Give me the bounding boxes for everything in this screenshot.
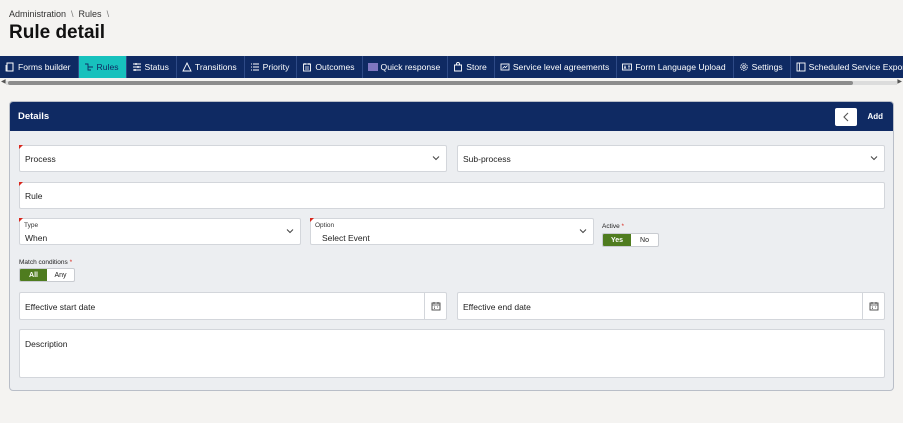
effective-end-date-field[interactable]: Effective end date bbox=[457, 292, 885, 320]
tab-forms-builder[interactable]: Forms builder bbox=[0, 56, 79, 78]
active-no-option[interactable]: No bbox=[631, 234, 658, 246]
tab-service-level-agreements[interactable]: Service level agreements bbox=[495, 56, 618, 78]
subprocess-label: Sub-process bbox=[463, 154, 511, 164]
outcomes-icon bbox=[303, 63, 312, 72]
tab-label: Service level agreements bbox=[512, 62, 610, 72]
start-date-picker-button[interactable] bbox=[424, 293, 446, 319]
sla-icon bbox=[500, 63, 510, 71]
tab-rules[interactable]: Rules bbox=[78, 56, 127, 78]
tab-label: Settings bbox=[751, 62, 783, 72]
tab-label: Rules bbox=[96, 62, 119, 72]
scroll-thumb[interactable] bbox=[8, 81, 853, 85]
priority-icon bbox=[250, 63, 259, 71]
tab-label: Scheduled Service Export bbox=[808, 62, 903, 72]
add-button[interactable]: Add bbox=[867, 112, 883, 121]
type-value: When bbox=[25, 233, 48, 243]
tab-label: Priority bbox=[262, 62, 290, 72]
calendar-icon bbox=[869, 302, 878, 311]
end-date-picker-button[interactable] bbox=[862, 293, 884, 319]
tab-transitions[interactable]: Transitions bbox=[177, 56, 245, 78]
required-asterisk: * bbox=[69, 259, 73, 266]
tab-label: Store bbox=[466, 62, 487, 72]
tab-scrollbar[interactable]: ◀ ▶ bbox=[0, 79, 903, 86]
description-label: Description bbox=[25, 339, 68, 349]
required-marker bbox=[310, 218, 314, 222]
description-field[interactable]: Description bbox=[19, 329, 885, 378]
rule-field[interactable]: Rule bbox=[19, 182, 885, 209]
option-label: Option bbox=[315, 222, 335, 229]
breadcrumb: Administration \ Rules \ bbox=[9, 9, 109, 19]
active-yes-option[interactable]: Yes bbox=[603, 234, 631, 246]
start-date-label: Effective start date bbox=[25, 302, 96, 312]
tab-label: Quick response bbox=[380, 62, 441, 72]
rule-label: Rule bbox=[25, 191, 43, 201]
tab-priority[interactable]: Priority bbox=[245, 56, 298, 78]
active-toggle: Yes No bbox=[602, 233, 659, 247]
tab-outcomes[interactable]: Outcomes bbox=[297, 56, 363, 78]
match-conditions-toggle: All Any bbox=[19, 268, 75, 282]
chevron-down-icon bbox=[432, 156, 440, 161]
back-button[interactable] bbox=[835, 107, 858, 126]
scroll-left-icon[interactable]: ◀ bbox=[1, 79, 6, 86]
status-icon bbox=[132, 63, 141, 71]
language-upload-icon bbox=[622, 63, 633, 71]
details-card: Details Add Process Sub-process Rule Typ… bbox=[9, 101, 894, 391]
tab-status[interactable]: Status bbox=[127, 56, 177, 78]
match-conditions-label: Match conditions * bbox=[19, 259, 72, 266]
gear-icon bbox=[739, 63, 748, 71]
tab-scheduled-service-export[interactable]: Scheduled Service Export bbox=[791, 56, 903, 78]
type-select[interactable]: Type When bbox=[19, 218, 301, 245]
option-value: Select Event bbox=[322, 233, 370, 243]
quick-response-icon bbox=[367, 63, 378, 71]
tab-label: Form Language Upload bbox=[635, 62, 726, 72]
tab-quick-response[interactable]: Quick response bbox=[363, 56, 449, 78]
breadcrumb-rules[interactable]: Rules bbox=[79, 9, 102, 19]
tab-settings[interactable]: Settings bbox=[734, 56, 791, 78]
chevron-down-icon bbox=[579, 229, 587, 234]
match-conditions-label-text: Match conditions bbox=[19, 259, 68, 266]
details-header: Details Add bbox=[10, 102, 893, 131]
active-label: Active * bbox=[602, 223, 624, 230]
chevron-down-icon bbox=[870, 156, 878, 161]
forms-icon bbox=[5, 62, 14, 72]
process-label: Process bbox=[25, 154, 56, 164]
calendar-icon bbox=[431, 302, 440, 311]
tab-store[interactable]: Store bbox=[448, 56, 495, 78]
export-icon bbox=[796, 62, 806, 72]
subprocess-select[interactable]: Sub-process bbox=[457, 145, 885, 172]
page-title: Rule detail bbox=[9, 22, 106, 43]
chevron-down-icon bbox=[286, 229, 294, 234]
tab-bar: Forms builder Rules Status Transitions P… bbox=[0, 56, 903, 78]
match-all-option[interactable]: All bbox=[20, 269, 47, 281]
store-icon bbox=[454, 62, 463, 72]
tab-label: Outcomes bbox=[315, 62, 355, 72]
end-date-label: Effective end date bbox=[463, 302, 531, 312]
required-marker bbox=[19, 218, 23, 222]
required-marker bbox=[19, 182, 23, 186]
chevron-left-icon bbox=[843, 112, 849, 121]
rules-icon bbox=[84, 63, 93, 71]
breadcrumb-separator: \ bbox=[106, 9, 110, 19]
transitions-icon bbox=[182, 62, 192, 72]
scroll-right-icon[interactable]: ▶ bbox=[897, 79, 902, 86]
option-select[interactable]: Option Select Event bbox=[310, 218, 594, 245]
tab-label: Forms builder bbox=[18, 62, 71, 72]
tab-label: Transitions bbox=[194, 62, 237, 72]
match-any-option[interactable]: Any bbox=[47, 269, 74, 281]
active-label-text: Active bbox=[602, 223, 620, 230]
process-select[interactable]: Process bbox=[19, 145, 447, 172]
breadcrumb-administration[interactable]: Administration bbox=[9, 9, 66, 19]
effective-start-date-field[interactable]: Effective start date bbox=[19, 292, 447, 320]
required-marker bbox=[19, 145, 23, 149]
tab-label: Status bbox=[144, 62, 169, 72]
breadcrumb-separator: \ bbox=[71, 9, 74, 19]
required-asterisk: * bbox=[621, 223, 625, 230]
type-label: Type bbox=[24, 222, 39, 229]
details-title: Details bbox=[18, 111, 50, 122]
tab-form-language-upload[interactable]: Form Language Upload bbox=[617, 56, 734, 78]
